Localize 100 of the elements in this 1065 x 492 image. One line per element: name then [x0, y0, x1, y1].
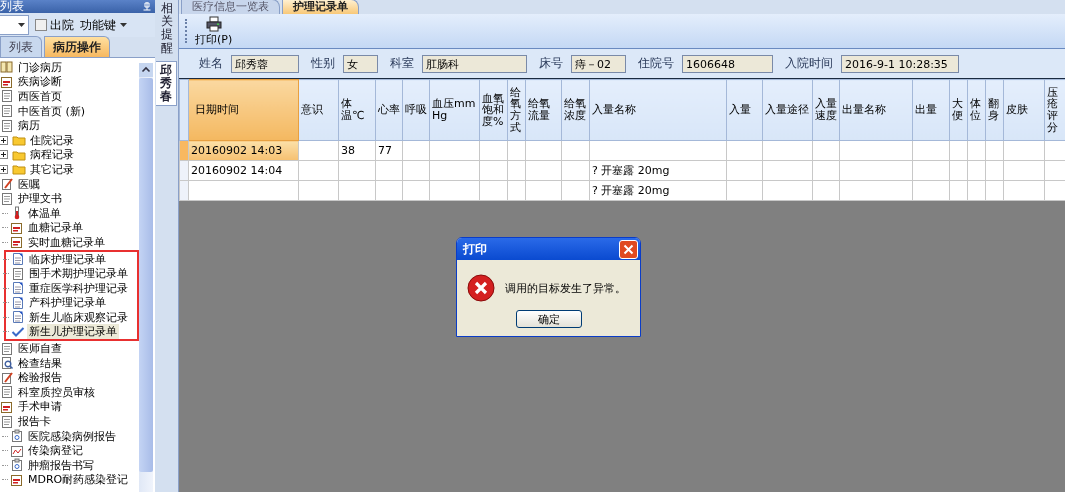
input-field[interactable]: 2016-9-1 10:28:35: [841, 54, 959, 73]
table-cell: 38: [338, 140, 376, 161]
tree-item[interactable]: 新生儿临床观察记录: [27, 309, 130, 325]
tree-item[interactable]: 检验报告: [16, 370, 64, 386]
tab[interactable]: 列表: [0, 36, 42, 57]
tree-item[interactable]: 传染病登记: [26, 443, 85, 459]
field-label: 科室: [390, 55, 414, 72]
table-cell: 77: [375, 140, 403, 161]
column-header[interactable]: 入量: [726, 79, 763, 141]
tree-item[interactable]: 实时血糖记录单: [26, 234, 107, 250]
expand-icon[interactable]: [0, 164, 8, 174]
tree-item[interactable]: 产科护理记录单: [27, 295, 108, 311]
tree-item[interactable]: 医嘱: [16, 176, 42, 192]
checkmark-icon: [11, 325, 25, 339]
document-icon: [11, 252, 25, 266]
tab[interactable]: 医疗信息一览表: [181, 0, 280, 14]
expand-icon[interactable]: [0, 135, 8, 145]
calendar-icon: [10, 220, 24, 235]
column-header[interactable]: 皮肤: [1003, 79, 1045, 141]
combo-box[interactable]: [0, 15, 29, 35]
chart-icon: [10, 443, 24, 458]
tree-item[interactable]: 门诊病历: [16, 60, 64, 75]
column-header[interactable]: 心率: [375, 79, 403, 141]
tree-item[interactable]: 病程记录: [28, 147, 76, 163]
tab[interactable]: 护理记录单: [282, 0, 359, 14]
tree-item[interactable]: MDRO耐药感染登记: [26, 472, 131, 488]
field-label: 姓名: [199, 55, 223, 72]
dropdown-icon: [120, 23, 127, 27]
pin-icon[interactable]: [143, 2, 151, 11]
column-header[interactable]: 出量: [912, 79, 950, 141]
book-icon: [0, 60, 14, 75]
document-icon: [11, 266, 25, 281]
tree-item[interactable]: 新生儿护理记录单: [27, 324, 119, 340]
column-header[interactable]: 血氧饱和度%: [479, 79, 508, 141]
document-icon: [11, 310, 25, 325]
column-header[interactable]: 血压mmHg: [429, 79, 480, 141]
column-header[interactable]: 入量名称: [589, 79, 727, 141]
tree-item[interactable]: 医院感染病例报告: [26, 428, 118, 444]
print-button[interactable]: 打印(P): [193, 15, 235, 47]
input-field[interactable]: 1606648: [682, 54, 773, 73]
tree-item[interactable]: 体温单: [26, 205, 63, 221]
checkbox-label: 出院: [50, 16, 74, 34]
tree-item[interactable]: 医师自查: [16, 341, 64, 357]
field-label: 入院时间: [785, 55, 833, 72]
tree-item[interactable]: 重症医学科护理记录: [27, 280, 130, 296]
tree-item[interactable]: 围手术期护理记录单: [27, 266, 130, 282]
document-icon: [11, 281, 25, 296]
column-header[interactable]: 意识: [298, 79, 339, 141]
table-cell: ? 开塞露 20mg: [589, 180, 727, 201]
tree-item[interactable]: 科室质控员审核: [16, 384, 97, 400]
tree-item[interactable]: 报告卡: [16, 414, 53, 430]
document-icon: [11, 295, 25, 310]
tree-item[interactable]: 血糖记录单: [26, 220, 85, 236]
input-field[interactable]: 肛肠科: [422, 54, 527, 73]
side-tab[interactable]: 相关提醒: [156, 0, 177, 57]
calendar-icon: [10, 235, 24, 250]
column-header[interactable]: 入量途径: [762, 79, 813, 141]
table-cell: 20160902 14:04: [188, 160, 299, 181]
expand-icon[interactable]: [0, 150, 8, 160]
column-header[interactable]: 给氧浓度: [561, 79, 590, 141]
tree-item[interactable]: 西医首页: [16, 89, 64, 104]
tree-item[interactable]: 肿瘤报告书写: [26, 457, 96, 473]
column-header[interactable]: 入量速度: [812, 79, 840, 141]
error-icon: [467, 274, 495, 302]
input-field[interactable]: 邱秀蓉: [231, 54, 299, 73]
close-button[interactable]: [619, 239, 638, 259]
clipboard-icon: [10, 458, 24, 473]
column-header[interactable]: 压疮评分: [1044, 79, 1065, 141]
side-tab[interactable]: 邱秀春: [156, 60, 177, 107]
calendar-icon: [10, 472, 24, 487]
tree-item[interactable]: 疾病诊断: [16, 74, 64, 90]
folder-icon: [12, 162, 26, 177]
column-header[interactable]: 日期时间: [188, 79, 299, 141]
field-label: 床号: [539, 55, 563, 72]
dialog-message: 调用的目标发生了异常。: [505, 280, 626, 296]
column-header[interactable]: 呼吸: [402, 79, 430, 141]
tree-item[interactable]: 临床护理记录单: [27, 251, 108, 267]
tree-item[interactable]: 手术申请: [16, 399, 64, 415]
printer-icon: [205, 15, 222, 32]
column-header[interactable]: 给氧流量: [525, 79, 562, 141]
column-header[interactable]: 出量名称: [839, 79, 913, 141]
tab[interactable]: 病历操作: [44, 36, 110, 57]
column-header[interactable]: 体温℃: [338, 79, 376, 141]
tree-item[interactable]: 其它记录: [28, 161, 76, 177]
tree-item[interactable]: 检查结果: [16, 355, 64, 371]
dropdown-icon: [18, 23, 25, 27]
tree-item[interactable]: 中医首页 (新): [16, 103, 88, 119]
scroll-up-icon[interactable]: [139, 63, 153, 77]
clipboard-icon: [10, 429, 24, 444]
ok-button[interactable]: 确定: [515, 310, 582, 328]
tree-item[interactable]: 护理文书: [16, 191, 64, 207]
close-icon: [623, 243, 634, 255]
tree-item[interactable]: 病历: [16, 118, 42, 134]
tree-item[interactable]: 住院记录: [28, 132, 76, 148]
checkbox[interactable]: [35, 19, 47, 31]
field-label: 性别: [311, 55, 335, 72]
function-key-dropdown[interactable]: 功能键: [80, 16, 127, 34]
panel-title: 列表: [0, 0, 24, 13]
input-field[interactable]: 女: [343, 54, 378, 73]
input-field[interactable]: 痔－02: [571, 54, 626, 73]
